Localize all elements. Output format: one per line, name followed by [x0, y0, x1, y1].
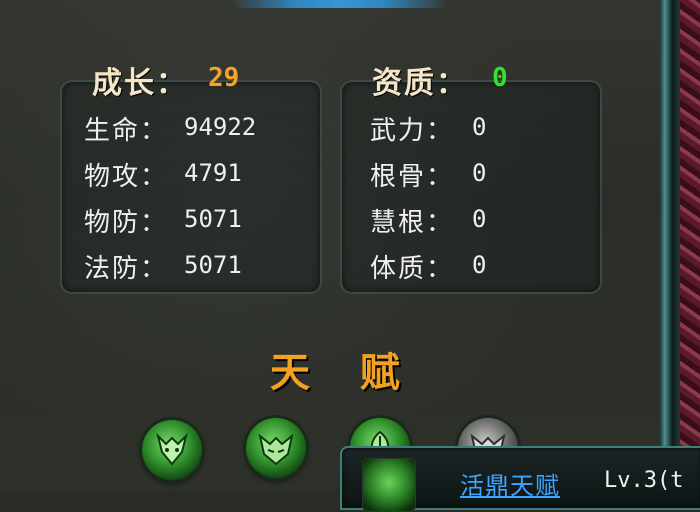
- stat-label-magic-def: 法防：: [84, 254, 169, 284]
- stat-value-wisdom: 0: [472, 205, 487, 233]
- stat-label-wisdom: 慧根：: [370, 208, 455, 238]
- stat-value-phys-atk: 4791: [184, 159, 242, 187]
- growth-value: 29: [208, 63, 240, 93]
- stat-label-physique: 体质：: [370, 254, 455, 284]
- tooltip-talent-icon: [362, 458, 416, 512]
- growth-label: 成长：: [92, 66, 188, 101]
- aptitude-label: 资质：: [372, 66, 468, 101]
- stat-value-hp: 94922: [184, 113, 257, 141]
- stat-value-magic-def: 5071: [184, 251, 242, 279]
- demon-head-icon[interactable]: [142, 420, 202, 480]
- aptitude-value: 0: [492, 63, 508, 93]
- demon-head-glyph: [156, 432, 188, 466]
- stat-label-strength: 武力：: [370, 116, 455, 146]
- stat-value-physique: 0: [472, 251, 487, 279]
- stat-label-hp: 生命：: [84, 116, 169, 146]
- top-title-ornament: [230, 0, 450, 8]
- demon-mask-icon[interactable]: [246, 418, 306, 478]
- talent-title: 天 赋: [270, 350, 418, 396]
- panel-frame-inner: [672, 0, 680, 490]
- panel-frame-right: [660, 0, 672, 490]
- stat-value-phys-def: 5071: [184, 205, 242, 233]
- stat-value-constitution: 0: [472, 159, 487, 187]
- demon-mask-glyph: [258, 433, 294, 466]
- tooltip-talent-level: Lv.3(t: [604, 468, 684, 493]
- stat-label-phys-def: 物防：: [84, 208, 169, 238]
- stat-value-strength: 0: [472, 113, 487, 141]
- stat-label-phys-atk: 物攻：: [84, 162, 169, 192]
- tooltip-talent-name[interactable]: 活鼎天赋: [460, 466, 560, 501]
- background-artwork-edge: [680, 0, 700, 490]
- stat-label-constitution: 根骨：: [370, 162, 455, 192]
- talent-tooltip: 活鼎天赋 Lv.3(t: [340, 446, 700, 512]
